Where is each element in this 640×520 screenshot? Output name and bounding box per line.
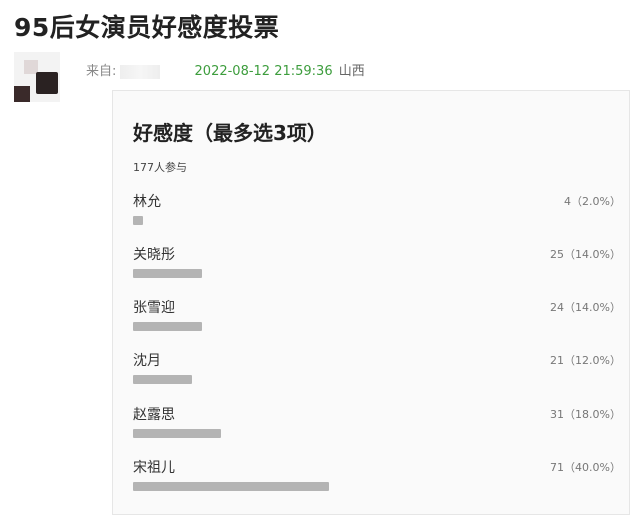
post-timestamp: 2022-08-12 21:59:36 (194, 64, 333, 79)
option-bar-fill (133, 322, 202, 331)
option-bar-track (133, 482, 603, 491)
option-name: 沈月 (133, 353, 161, 369)
option-bar-track (133, 429, 603, 438)
poll-option-5[interactable]: 赵露思 31（18.0%） (133, 404, 621, 452)
poll-title: 好感度（最多选3项） (133, 121, 327, 145)
option-stat: 71（40.0%） (550, 461, 621, 474)
option-stat: 4（2.0%） (564, 195, 621, 208)
option-bar-fill (133, 429, 221, 438)
option-bar-track (133, 375, 603, 384)
option-name: 林允 (133, 194, 161, 210)
poll-option-1[interactable]: 林允 4（2.0%） (133, 191, 621, 239)
post-location: 山西 (338, 64, 365, 79)
option-name: 张雪迎 (133, 300, 175, 316)
option-bar-track (133, 216, 603, 225)
avatar[interactable] (14, 52, 60, 102)
option-stat: 31（18.0%） (550, 408, 621, 421)
option-bar-fill (133, 216, 143, 225)
from-label: 来自: (86, 64, 117, 79)
poll-option-2[interactable]: 关晓彤 25（14.0%） (133, 244, 621, 292)
option-name: 关晓彤 (133, 247, 175, 263)
page-title: 95后女演员好感度投票 (14, 13, 280, 42)
poll-card: 好感度（最多选3项） 177人参与 林允 4（2.0%） 关晓彤 25（14.0… (112, 90, 630, 515)
option-bar-track (133, 269, 603, 278)
poll-option-3[interactable]: 张雪迎 24（14.0%） (133, 297, 621, 345)
poll-option-4[interactable]: 沈月 21（12.0%） (133, 350, 621, 398)
option-stat: 21（12.0%） (550, 354, 621, 367)
option-bar-fill (133, 375, 192, 384)
option-bar-track (133, 322, 603, 331)
from-name-obscured (120, 64, 161, 79)
poll-option-6[interactable]: 宋祖儿 71（40.0%） (133, 457, 621, 505)
post-meta: 来自: 2022-08-12 21:59:36 山西 (86, 60, 365, 79)
option-bar-fill (133, 269, 202, 278)
option-stat: 25（14.0%） (550, 248, 621, 261)
option-name: 赵露思 (133, 407, 175, 423)
option-bar-fill (133, 482, 329, 491)
option-name: 宋祖儿 (133, 460, 175, 476)
participant-count: 177人参与 (133, 161, 187, 174)
option-stat: 24（14.0%） (550, 301, 621, 314)
